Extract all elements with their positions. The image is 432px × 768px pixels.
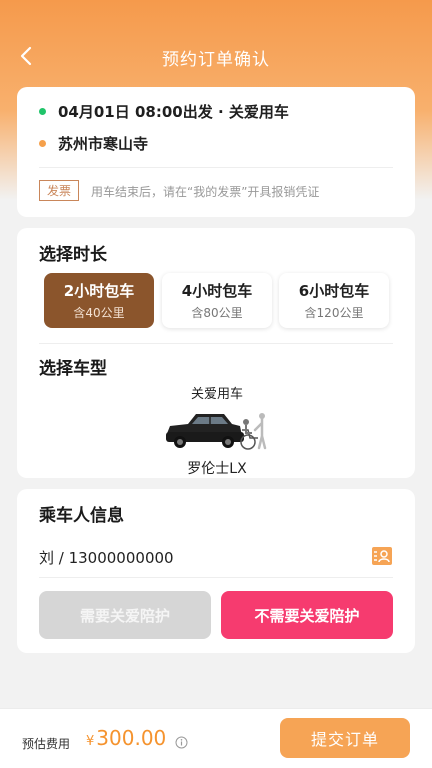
duration-option-sub: 含80公里 <box>191 306 243 320</box>
trip-summary-card: 04月01日 08:00出发 · 关爱用车 苏州市寒山寺 发票 用车结束后，请在… <box>17 87 415 217</box>
duration-vehicle-card: 选择时长 2小时包车 含40公里 4小时包车 含80公里 6小时包车 含120公… <box>17 228 415 478</box>
route-end-row: 苏州市寒山寺 <box>39 133 148 154</box>
vehicle-section-title: 选择车型 <box>39 359 107 379</box>
duration-option-2h[interactable]: 2小时包车 含40公里 <box>44 273 154 328</box>
route-start-text: 04月01日 08:00出发 · 关爱用车 <box>58 103 289 121</box>
info-circle-icon[interactable] <box>175 736 188 749</box>
nav-bar: 预约订单确认 <box>0 36 432 76</box>
divider <box>39 577 393 578</box>
fee-label: 预估费用 <box>22 737 71 751</box>
no-care-button[interactable]: 不需要关爱陪护 <box>221 591 393 639</box>
duration-option-4h[interactable]: 4小时包车 含80公里 <box>162 273 272 328</box>
duration-section-title: 选择时长 <box>39 245 107 265</box>
start-dot-icon <box>39 108 46 115</box>
passenger-info[interactable]: 刘 / 13000000000 <box>39 547 174 568</box>
contact-book-icon[interactable] <box>371 545 393 567</box>
duration-option-label: 4小时包车 <box>181 282 253 300</box>
car-wheelchair-icon <box>166 413 267 450</box>
route-start-row: 04月01日 08:00出发 · 关爱用车 <box>39 101 289 122</box>
route-destination-text: 苏州市寒山寺 <box>58 135 149 153</box>
vehicle-category: 关爱用车 <box>190 387 243 402</box>
submit-order-button[interactable]: 提交订单 <box>280 718 410 758</box>
end-dot-icon <box>39 140 46 147</box>
duration-option-label: 2小时包车 <box>63 282 135 300</box>
need-care-button[interactable]: 需要关爱陪护 <box>39 591 211 639</box>
duration-option-label: 6小时包车 <box>298 282 370 300</box>
vehicle-model: 罗伦士LX <box>187 461 247 477</box>
divider <box>39 343 393 344</box>
invoice-tag: 发票 <box>39 180 79 201</box>
duration-option-sub: 含120公里 <box>304 306 364 320</box>
divider <box>39 167 393 168</box>
vehicle-option[interactable]: 关爱用车 罗伦士LX <box>157 383 277 478</box>
duration-option-6h[interactable]: 6小时包车 含120公里 <box>279 273 389 328</box>
fee-currency: ¥ <box>86 734 95 749</box>
bottom-bar: 预估费用 ¥ 300.00 提交订单 <box>0 708 432 768</box>
passenger-section-title: 乘车人信息 <box>39 506 124 526</box>
fee-value: 300.00 <box>96 726 167 750</box>
passenger-card: 乘车人信息 刘 / 13000000000 需要关爱陪护 不需要关爱陪护 <box>17 489 415 653</box>
duration-option-sub: 含40公里 <box>73 306 125 320</box>
page-title: 预约订单确认 <box>162 50 270 70</box>
invoice-tip: 用车结束后，请在“我的发票”开具报销凭证 <box>91 185 320 199</box>
fee-amount: ¥ 300.00 <box>86 726 166 750</box>
